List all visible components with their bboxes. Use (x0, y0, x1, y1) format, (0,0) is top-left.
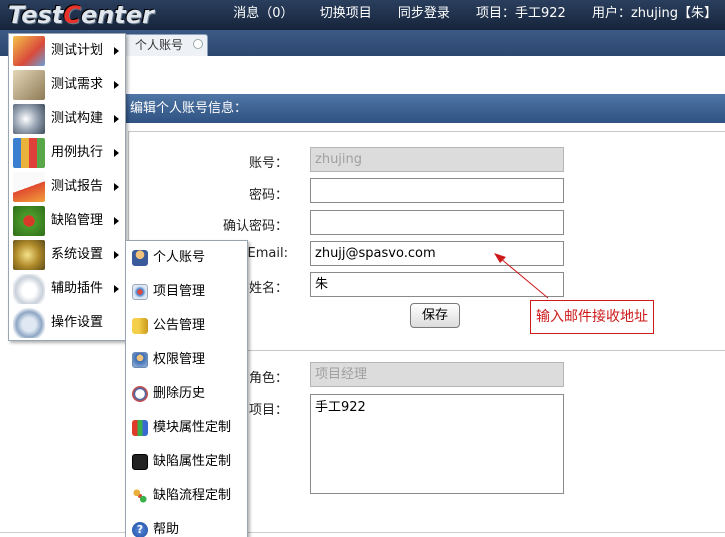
workflow-icon (132, 488, 148, 504)
submenu-item-defect-workflow[interactable]: 缺陷流程定制 (126, 479, 247, 513)
submenu-item-personal-account[interactable]: 个人账号 (126, 241, 247, 275)
submenu-item-label: 模块属性定制 (153, 420, 232, 435)
menu-item-test-build[interactable]: 测试构建 (9, 102, 125, 136)
menu-item-case-execution[interactable]: 用例执行 (9, 136, 125, 170)
main-menu: 测试计划 测试需求 测试构建 用例执行 测试报告 缺陷管理 系统设置 辅助插件 (8, 33, 126, 341)
chevron-right-icon (114, 149, 119, 157)
form-title-bar: 编辑个人账号信息： (125, 94, 725, 123)
system-settings-submenu: 个人账号 项目管理 公告管理 权限管理 删除历史 模块属性定制 缺陷属性定制 缺… (125, 240, 248, 537)
menu-item-label: 测试报告 (51, 179, 104, 194)
history-icon (132, 386, 148, 402)
menu-item-label: 操作设置 (51, 315, 104, 330)
defect-grid-icon (132, 454, 148, 470)
submenu-item-permission-management[interactable]: 权限管理 (126, 343, 247, 377)
menu-item-label: 测试计划 (51, 43, 104, 58)
menu-item-label: 缺陷管理 (51, 213, 104, 228)
megaphone-icon (132, 318, 148, 334)
gear-icon (13, 308, 45, 338)
account-field: zhujing (310, 147, 564, 172)
submenu-item-label: 帮助 (153, 522, 180, 537)
submenu-item-label: 项目管理 (153, 284, 206, 299)
module-blocks-icon (132, 420, 148, 436)
menu-item-test-requirements[interactable]: 测试需求 (9, 68, 125, 102)
menu-item-defect-management[interactable]: 缺陷管理 (9, 204, 125, 238)
user-role-field: 项目经理 (310, 362, 564, 387)
submenu-item-module-attribute[interactable]: 模块属性定制 (126, 411, 247, 445)
submenu-item-defect-attribute[interactable]: 缺陷属性定制 (126, 445, 247, 479)
menu-item-label: 测试需求 (51, 77, 104, 92)
tab-label: 个人账号 (135, 38, 184, 52)
menu-item-label: 辅助插件 (51, 281, 104, 296)
test-plan-icon (13, 36, 45, 66)
password-label: 密码： (248, 188, 288, 203)
menu-item-label: 系统设置 (51, 247, 104, 262)
chevron-right-icon (114, 285, 119, 293)
menu-item-label: 用例执行 (51, 145, 104, 160)
submenu-item-label: 缺陷流程定制 (153, 488, 232, 503)
messages-link[interactable]: 消息（0） (233, 6, 293, 21)
permission-icon (132, 352, 148, 368)
menu-item-plugins[interactable]: 辅助插件 (9, 272, 125, 306)
form-title: 编辑个人账号信息： (130, 101, 248, 116)
bug-icon (13, 206, 45, 236)
submenu-item-label: 删除历史 (153, 386, 206, 401)
help-icon: ? (132, 522, 148, 537)
projects-textarea[interactable]: 手工922 (310, 394, 564, 494)
email-field[interactable]: zhujj@spasvo.com (310, 241, 564, 266)
menu-item-operation-settings[interactable]: 操作设置 (9, 306, 125, 340)
account-label: 账号： (248, 156, 288, 171)
top-bar: TestCenter 消息（0） 切换项目 同步登录 项目：手工922 用户：z… (0, 0, 725, 30)
chevron-right-icon (114, 81, 119, 89)
submenu-item-label: 权限管理 (153, 352, 206, 367)
menu-item-test-plan[interactable]: 测试计划 (9, 34, 125, 68)
divider (0, 532, 725, 533)
confirm-password-label: 确认密码： (222, 219, 288, 234)
current-project: 项目：手工922 (476, 6, 566, 21)
test-build-icon (13, 104, 45, 134)
project-icon (132, 284, 148, 300)
current-user: 用户：zhujing【朱】 (591, 6, 717, 21)
submenu-item-label: 缺陷属性定制 (153, 454, 232, 469)
submenu-item-announcement-management[interactable]: 公告管理 (126, 309, 247, 343)
menu-item-system-settings[interactable]: 系统设置 (9, 238, 125, 272)
submenu-item-label: 个人账号 (153, 250, 206, 265)
chevron-right-icon (114, 47, 119, 55)
user-icon (132, 250, 148, 266)
tab-personal-account[interactable]: 个人账号 (118, 34, 208, 56)
app-logo: TestCenter (8, 1, 154, 29)
submenu-item-help[interactable]: ? 帮助 (126, 513, 247, 537)
confirm-password-field[interactable] (310, 210, 564, 235)
sync-login-link[interactable]: 同步登录 (398, 6, 450, 21)
annotation-callout: 输入邮件接收地址 (530, 300, 654, 334)
chevron-right-icon (114, 115, 119, 123)
chevron-right-icon (114, 251, 119, 259)
submenu-item-delete-history[interactable]: 删除历史 (126, 377, 247, 411)
submenu-item-project-management[interactable]: 项目管理 (126, 275, 247, 309)
password-field[interactable] (310, 178, 564, 203)
case-execution-icon (13, 138, 45, 168)
system-settings-icon (13, 240, 45, 270)
tab-close-icon[interactable] (193, 39, 203, 49)
test-report-icon (13, 172, 45, 202)
chevron-right-icon (114, 183, 119, 191)
plugin-mouse-icon (13, 274, 45, 304)
menu-item-label: 测试构建 (51, 111, 104, 126)
test-requirements-icon (13, 70, 45, 100)
switch-project-link[interactable]: 切换项目 (320, 6, 372, 21)
top-nav: 消息（0） 切换项目 同步登录 项目：手工922 用户：zhujing【朱】 (211, 0, 717, 30)
real-name-field[interactable]: 朱 (310, 272, 564, 297)
save-button[interactable]: 保存 (410, 303, 460, 328)
chevron-right-icon (114, 217, 119, 225)
submenu-item-label: 公告管理 (153, 318, 206, 333)
menu-item-test-report[interactable]: 测试报告 (9, 170, 125, 204)
